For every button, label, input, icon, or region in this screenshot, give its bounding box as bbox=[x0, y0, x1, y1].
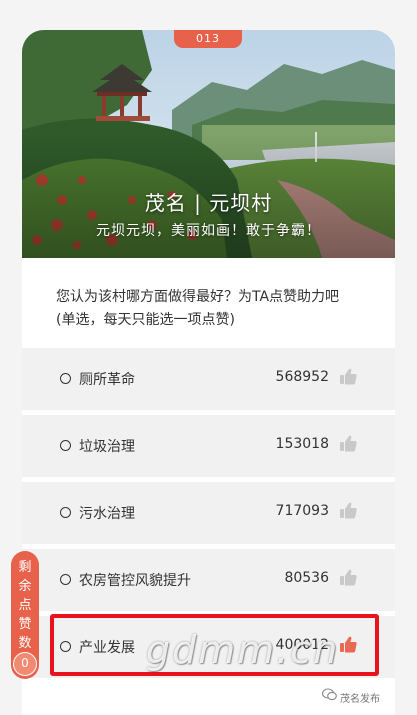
village-card: 013 茂名 | 元坝村 元坝元坝，美丽如画！敢于争霸！ 您认为该村哪方面做得最… bbox=[22, 30, 395, 715]
vote-option-housing[interactable]: 农房管控风貌提升 80536 bbox=[22, 549, 395, 611]
radio-circle-icon[interactable] bbox=[60, 507, 71, 518]
village-title: 茂名 | 元坝村 bbox=[144, 191, 273, 215]
question-text: 您认为该村哪方面做得最好？为TA点赞助力吧 bbox=[56, 289, 340, 305]
label-char: 赞 bbox=[18, 617, 32, 632]
label-char: 数 bbox=[18, 636, 32, 651]
radio-circle-icon[interactable] bbox=[60, 373, 71, 384]
site-watermark: gdmm.cn bbox=[146, 628, 340, 672]
hero-banner: 013 茂名 | 元坝村 元坝元坝，美丽如画！敢于争霸！ bbox=[22, 30, 395, 258]
like-count: 80536 bbox=[284, 570, 329, 586]
remaining-likes-count: 0 bbox=[13, 652, 37, 676]
wechat-icon bbox=[322, 688, 337, 701]
like-count: 717093 bbox=[275, 503, 329, 519]
like-count: 153018 bbox=[275, 436, 329, 452]
vote-option-toilet[interactable]: 厕所革命 568952 bbox=[22, 348, 395, 410]
vote-option-garbage[interactable]: 垃圾治理 153018 bbox=[22, 415, 395, 477]
remaining-likes-badge: 剩 余 点 赞 数 0 bbox=[11, 551, 39, 679]
label-char: 余 bbox=[18, 579, 32, 594]
remaining-likes-label: 剩 余 点 赞 数 bbox=[11, 558, 39, 653]
option-label: 农房管控风貌提升 bbox=[79, 573, 191, 589]
village-slogan: 元坝元坝，美丽如画！敢于争霸！ bbox=[96, 223, 321, 239]
thumbs-up-icon[interactable] bbox=[340, 569, 357, 586]
label-char: 点 bbox=[18, 598, 32, 613]
thumbs-up-icon[interactable] bbox=[340, 368, 357, 385]
question-note: (单选，每天只能选一项点赞) bbox=[56, 312, 235, 328]
vote-option-sewage[interactable]: 污水治理 717093 bbox=[22, 482, 395, 544]
like-count: 568952 bbox=[275, 369, 329, 385]
option-label: 垃圾治理 bbox=[79, 439, 135, 455]
option-label: 厕所革命 bbox=[79, 372, 135, 388]
source-account: 茂名发布 bbox=[340, 694, 380, 705]
label-char: 剩 bbox=[18, 560, 32, 575]
option-label: 污水治理 bbox=[79, 506, 135, 522]
thumbs-up-icon[interactable] bbox=[340, 435, 357, 452]
vote-question: 您认为该村哪方面做得最好？为TA点赞助力吧 (单选，每天只能选一项点赞) bbox=[56, 286, 386, 332]
radio-circle-icon[interactable] bbox=[60, 574, 71, 585]
thumbs-up-icon[interactable] bbox=[340, 502, 357, 519]
radio-circle-icon[interactable] bbox=[60, 440, 71, 451]
rank-badge: 013 bbox=[174, 30, 242, 48]
